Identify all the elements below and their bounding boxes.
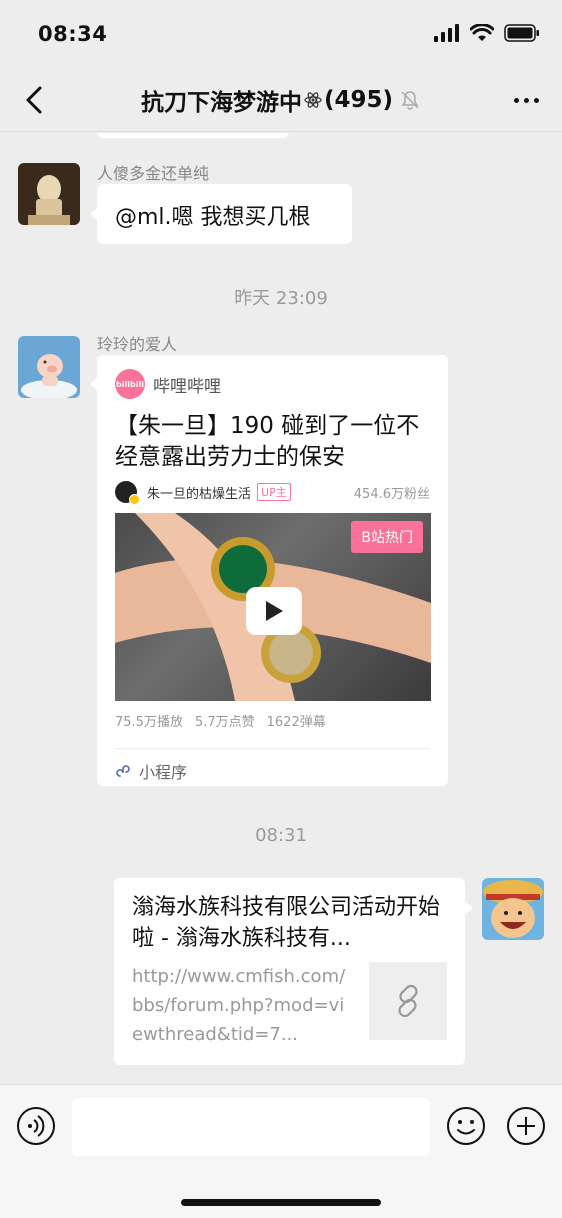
- play-count: 75.5万播放: [115, 715, 183, 730]
- hot-tag: B站热门: [351, 521, 423, 553]
- sender-name: 人傻多金还单纯: [97, 164, 210, 183]
- timestamp: 08:31: [255, 825, 307, 846]
- video-thumbnail[interactable]: B站热门: [115, 513, 431, 701]
- link-title: 滃海水族科技有限公司活动开始啦 - 滃海水族科技有...: [132, 895, 441, 951]
- video-title: 【朱一旦】190 碰到了一位不经意露出劳力士的保安: [115, 413, 420, 470]
- link-card[interactable]: 滃海水族科技有限公司活动开始啦 - 滃海水族科技有... http://www.…: [114, 878, 465, 1065]
- back-icon[interactable]: [20, 84, 50, 116]
- mini-program-header: bilibili 哔哩哔哩: [115, 369, 430, 399]
- danmaku-count: 1622弹幕: [266, 715, 326, 730]
- atom-icon: [304, 91, 322, 108]
- like-count: 5.7万点赞: [194, 715, 255, 730]
- bilibili-logo-icon: bilibili: [115, 369, 145, 399]
- mute-bell-icon: [401, 90, 419, 110]
- nav-bar: 抗刀下海梦游中 (495): [0, 68, 562, 132]
- mini-program-card[interactable]: bilibili 哔哩哔哩 【朱一旦】190 碰到了一位不经意露出劳力士的保安 …: [97, 355, 448, 786]
- group-name: 抗刀下海梦游中: [140, 89, 302, 116]
- up-badge: UP主: [257, 483, 291, 501]
- more-dot-icon: [533, 97, 539, 103]
- emoji-icon[interactable]: [446, 1106, 486, 1146]
- video-stats: 75.5万播放 5.7万点赞 1622弹幕: [115, 711, 430, 730]
- avatar[interactable]: [18, 336, 80, 398]
- mini-program-icon: [116, 765, 130, 777]
- signal-icon: [434, 24, 459, 42]
- plus-icon[interactable]: [506, 1106, 546, 1146]
- previous-message-bubble[interactable]: [97, 133, 289, 138]
- cartoon-avatar-icon: [482, 878, 544, 940]
- timestamp: 昨天 23:09: [234, 288, 328, 309]
- link-icon: [398, 984, 418, 1018]
- voice-icon[interactable]: [16, 1106, 56, 1146]
- more-dot-icon: [523, 97, 529, 103]
- mini-program-footer: 小程序: [115, 748, 430, 783]
- bubble-tail: [465, 901, 473, 915]
- status-icons: [434, 24, 540, 42]
- uploader-avatar: [115, 481, 140, 505]
- statue-avatar-icon: [18, 163, 80, 225]
- message-text: @ml.嗯 我想买几根: [115, 205, 311, 230]
- pig-avatar-icon: [18, 336, 80, 398]
- battery-icon: [504, 24, 539, 42]
- chat-area[interactable]: 人傻多金还单纯 @ml.嗯 我想买几根 昨天 23:09 玲玲的爱人 bilib…: [0, 133, 562, 1083]
- mini-program-label: 小程序: [139, 763, 188, 782]
- message-bubble[interactable]: @ml.嗯 我想买几根: [97, 184, 352, 244]
- wifi-icon: [470, 24, 494, 41]
- avatar[interactable]: [18, 163, 80, 225]
- status-bar: 08:34: [0, 0, 562, 68]
- more-button[interactable]: [510, 86, 542, 114]
- sender-name: 玲玲的爱人: [97, 335, 178, 354]
- input-bar: [0, 1084, 562, 1218]
- avatar[interactable]: [482, 878, 544, 940]
- chat-title: 抗刀下海梦游中 (495): [141, 83, 421, 117]
- link-thumbnail: [369, 962, 447, 1040]
- home-indicator: [181, 1199, 381, 1206]
- message-input[interactable]: [72, 1098, 430, 1156]
- status-time: 08:34: [38, 22, 108, 46]
- more-dot-icon: [513, 97, 519, 103]
- play-icon: [266, 601, 283, 621]
- member-count: (495): [323, 86, 394, 113]
- mini-program-source: 哔哩哔哩: [153, 376, 221, 397]
- uploader-name: 朱一旦的枯燥生活: [147, 486, 252, 502]
- fan-count: 454.6万粉丝: [353, 486, 430, 502]
- play-button[interactable]: [246, 587, 302, 635]
- uploader-row: 朱一旦的枯燥生活 UP主 454.6万粉丝: [115, 481, 430, 505]
- link-url: http://www.cmfish.com/bbs/forum.php?mod=…: [132, 966, 346, 1045]
